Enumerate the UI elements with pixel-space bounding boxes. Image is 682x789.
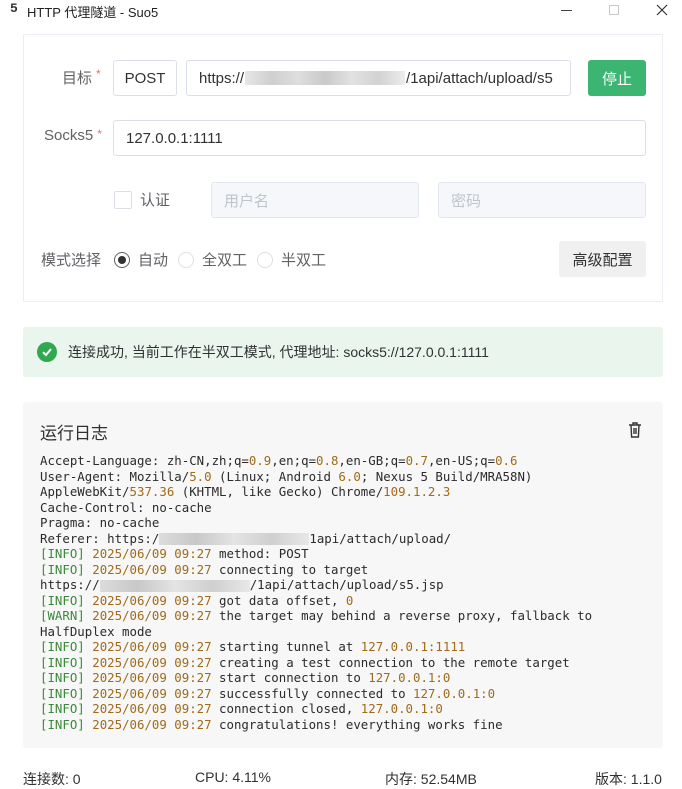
stop-button[interactable]: 停止 [588,60,646,96]
cpu-usage: CPU: 4.11% [195,769,271,785]
app-logo-icon: 5 [10,1,18,16]
auth-checkbox[interactable] [114,191,132,209]
advanced-config-label: 高级配置 [572,251,633,269]
connections-count: 连接数: 0 [23,771,81,787]
stop-button-label: 停止 [601,70,632,88]
minimize-icon [560,9,572,11]
trash-icon[interactable] [625,420,645,440]
log-line: HalfDuplex mode [40,623,152,639]
status-text: 连接成功, 当前工作在半双工模式, 代理地址: socks5://127.0.0… [68,344,489,360]
log-line: [INFO] 2025/06/09 09:27 connecting to ta… [40,561,369,577]
radio-icon [257,251,274,268]
log-line: [INFO] 2025/06/09 09:27 connection close… [40,701,443,716]
password-input[interactable]: 密码 [438,182,646,218]
log-line: Cache-Control: no-cache [40,499,212,515]
target-url-input[interactable]: https:// /1api/attach/upload/s5 [186,60,571,96]
log-line: Pragma: no-cache [40,515,160,530]
username-input[interactable]: 用户名 [211,182,419,218]
advanced-config-button[interactable]: 高级配置 [559,241,646,277]
auth-label: 认证 [140,192,171,209]
mode-label: 模式选择 [41,252,102,269]
password-placeholder: 密码 [451,192,482,210]
mode-full-duplex[interactable]: 全双工 [178,249,247,270]
close-icon [656,4,668,16]
log-line: [INFO] 2025/06/09 09:27 method: POST [40,546,309,561]
target-label: 目标 * [62,67,101,88]
log-line: [WARN] 2025/06/09 09:27 the target may b… [40,608,593,623]
log-line: https:///1api/attach/upload/s5.jsp [40,577,444,592]
log-line: [INFO] 2025/06/09 09:27 got data offset,… [40,592,354,608]
redacted-host [245,71,406,85]
method-value: POST [124,69,166,87]
redacted-host [99,579,250,592]
log-line: [INFO] 2025/06/09 09:27 starting tunnel … [40,639,466,654]
socks5-label: Socks5 * [44,127,102,144]
mode-full-duplex-label: 全双工 [202,252,248,269]
log-line: [INFO] 2025/06/09 09:27 congratulations!… [40,716,503,732]
status-bar: 连接数: 0 CPU: 4.11% 内存: 52.54MB 版本: 1.1.0 [0,763,682,789]
status-alert: 连接成功, 当前工作在半双工模式, 代理地址: socks5://127.0.0… [23,327,663,377]
title-bar: 5 HTTP 代理隧道 - Suo5 [0,0,682,22]
log-line: [INFO] 2025/06/09 09:27 creating a test … [40,654,570,670]
mode-half-duplex-label: 半双工 [281,252,327,269]
log-title: 运行日志 [40,424,108,443]
config-panel: 目标 * POST https:///1api/attach/upload/s5 … [23,34,663,302]
log-panel: 运行日志 Accept-Language: zh-CN,zh;q=0.9,en;… [23,402,663,748]
mode-auto-label: 自动 [138,252,169,269]
maximize-icon [609,5,619,15]
required-mark: * [96,67,101,81]
required-mark: * [97,127,102,141]
radio-icon [178,251,195,268]
url-prefix: https:// [199,69,245,87]
success-check-icon [37,342,57,362]
log-line: User-Agent: Mozilla/5.0 (Linux; Android … [40,468,533,484]
url-suffix: /1api/attach/upload/s5 [406,69,553,87]
method-select[interactable]: POST [113,60,177,96]
version: 版本: 1.1.0 [595,771,662,787]
window-title: HTTP 代理隧道 - Suo5 [27,5,159,20]
mode-radio-group: 自动 全双工 半双工 [114,249,336,270]
log-line: [INFO] 2025/06/09 09:27 start connection… [40,670,451,685]
log-line: [INFO] 2025/06/09 09:27 successfully con… [40,685,496,701]
radio-checked-icon [114,251,130,268]
mode-half-duplex[interactable]: 半双工 [257,249,326,270]
socks5-label-text: Socks5 [44,127,94,144]
log-line: AppleWebKit/537.36 (KHTML, like Gecko) C… [40,484,451,499]
close-button[interactable] [648,0,676,20]
redacted-host [159,533,310,545]
log-line: Accept-Language: zh-CN,zh;q=0.9,en;q=0.8… [40,453,518,468]
log-line: Referer: https:/1api/attach/upload/ [40,530,452,546]
maximize-button[interactable] [600,0,628,20]
log-output[interactable]: Accept-Language: zh-CN,zh;q=0.9,en;q=0.8… [40,453,652,732]
memory-usage: 内存: 52.54MB [385,771,477,787]
target-label-text: 目标 [62,70,93,87]
mode-auto[interactable]: 自动 [114,249,168,270]
socks5-address-input[interactable]: 127.0.0.1:1111 [113,120,646,156]
username-placeholder: 用户名 [224,192,270,210]
socks5-value: 127.0.0.1:1111 [126,129,223,147]
minimize-button[interactable] [552,0,580,20]
